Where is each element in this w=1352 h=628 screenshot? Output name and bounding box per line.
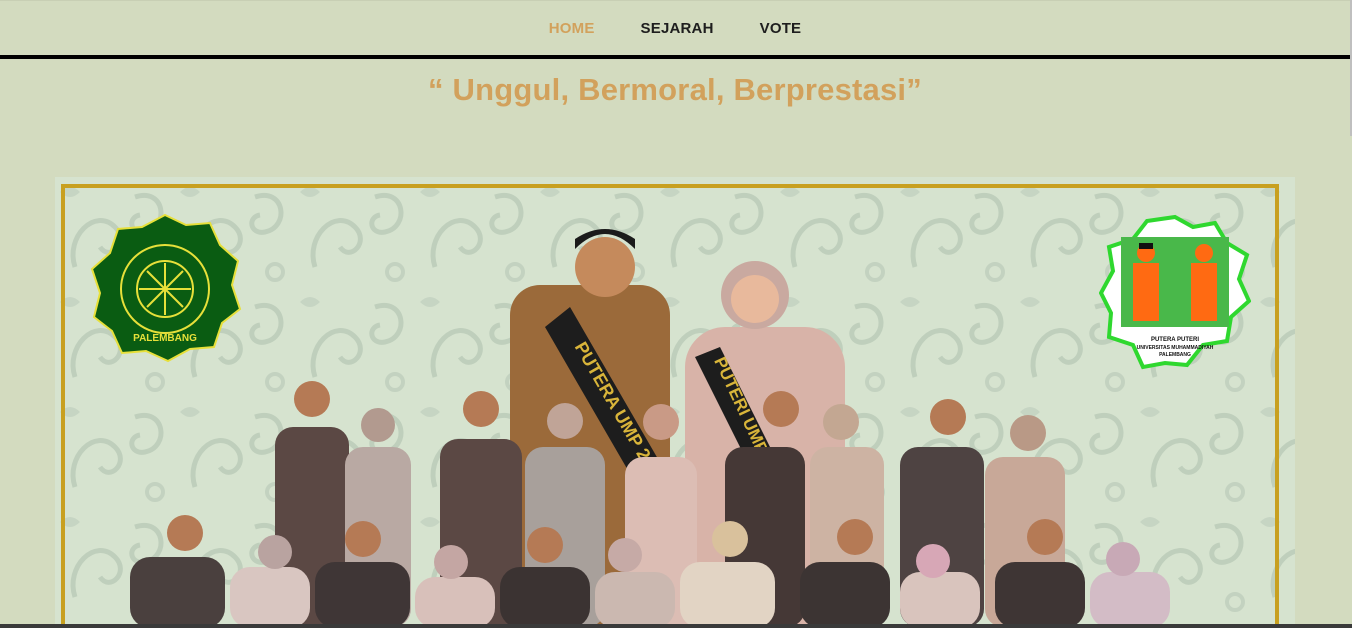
header-bar: HOME SEJARAH VOTE (0, 0, 1350, 56)
hero-banner-image: PALEMBANG PUTERA PUTERI UNIVERSITAS MUHA… (55, 177, 1295, 628)
finalists-photo: PUTERA UMP 2019 PUTERI UMP 2019 (130, 229, 1170, 628)
tagline: “ Unggul, Bermoral, Berprestasi” (428, 72, 922, 107)
nav-home[interactable]: HOME (526, 20, 618, 37)
bottom-edge (0, 624, 1352, 628)
nav-sejarah[interactable]: SEJARAH (618, 20, 737, 37)
main-nav: HOME SEJARAH VOTE (0, 1, 1350, 56)
nav-vote[interactable]: VOTE (737, 20, 825, 37)
header-divider (0, 55, 1350, 59)
